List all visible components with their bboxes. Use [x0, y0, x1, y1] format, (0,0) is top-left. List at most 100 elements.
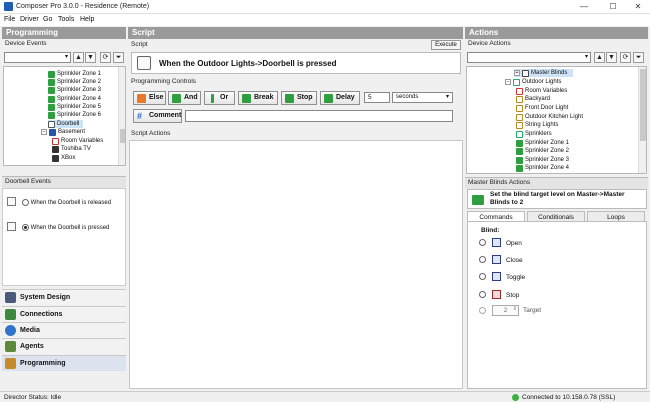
tree-item[interactable]: − Basement	[41, 128, 85, 136]
close-icon[interactable]: ✕	[632, 2, 644, 12]
event-released[interactable]: When the Doorbell is released	[22, 199, 111, 206]
stop-button[interactable]: Stop	[281, 91, 317, 105]
tree-scrollbar[interactable]	[118, 67, 125, 165]
command-toggle[interactable]	[479, 273, 486, 280]
tree-item[interactable]: Sprinkler Zone 6	[48, 111, 101, 119]
arrow-right-icon	[472, 195, 484, 205]
device-actions-tree: + Master Blinds − Outdoor Lights Room Vari…	[466, 66, 647, 174]
command-target[interactable]	[479, 307, 486, 314]
tree-item[interactable]: Outdoor Kitchen Light	[516, 113, 583, 121]
radio-open[interactable]	[479, 239, 486, 246]
menu-file[interactable]: File	[4, 16, 15, 23]
menu-go[interactable]: Go	[43, 16, 52, 23]
tree-item[interactable]: Room Variables	[516, 87, 567, 95]
stop-icon	[285, 94, 294, 103]
and-button[interactable]: And	[168, 91, 201, 105]
minimize-icon[interactable]: —	[578, 2, 590, 12]
break-button[interactable]: Break	[238, 91, 278, 105]
nav-system-design[interactable]: System Design	[2, 289, 126, 305]
tree-item[interactable]: Backyard	[516, 95, 550, 103]
command-open[interactable]	[479, 239, 486, 246]
menu-tools[interactable]: Tools	[58, 16, 74, 23]
delay-icon	[324, 94, 333, 103]
tree-item[interactable]: Room Variables	[52, 137, 103, 145]
master-blinds-actions-header: Master Blinds Actions	[465, 177, 648, 189]
tree-item[interactable]: Sprinkler Zone 1	[516, 139, 569, 147]
nav-agents[interactable]: Agents	[2, 338, 126, 354]
delay-unit-select[interactable]: seconds ▾	[392, 92, 453, 103]
device-actions-search[interactable]: ▾	[467, 52, 591, 63]
radio-toggle[interactable]	[479, 273, 486, 280]
command-close[interactable]	[479, 256, 486, 263]
green-check-icon	[48, 103, 55, 111]
maximize-icon[interactable]: ☐	[607, 2, 619, 12]
tree-item[interactable]: Front Door Light	[516, 104, 568, 112]
tree-item[interactable]: Sprinkler Zone 3	[48, 86, 101, 94]
delay-button[interactable]: Delay	[320, 91, 360, 105]
collapse-icon[interactable]: −	[41, 129, 47, 135]
tree-item[interactable]: Sprinkler Zone 2	[48, 78, 101, 86]
filter-icon[interactable]: ⏷	[113, 52, 124, 63]
execute-button[interactable]: Execute	[431, 40, 461, 50]
menu-driver[interactable]: Driver	[20, 16, 39, 23]
radio-pressed[interactable]	[22, 224, 29, 231]
comment-input[interactable]	[185, 110, 453, 122]
scrollbar-thumb[interactable]	[120, 129, 125, 143]
dropdown-arrow-icon: ▾	[445, 94, 449, 100]
comment-hash-icon: #	[137, 111, 143, 121]
tree-item-selected[interactable]: Doorbell	[48, 120, 84, 128]
radio-close[interactable]	[479, 256, 486, 263]
nav-programming[interactable]: Programming	[2, 355, 126, 371]
else-button[interactable]: Else	[133, 91, 166, 105]
collapse-icon[interactable]: −	[505, 79, 511, 85]
event-pressed[interactable]: When the Doorbell is pressed	[22, 224, 109, 231]
doorbell-events-header: Doorbell Events	[2, 176, 126, 188]
spinner-arrows-icon[interactable]: ⇕	[513, 305, 517, 314]
script-actions-area[interactable]	[129, 140, 463, 389]
arrow-up-icon[interactable]: ▲	[594, 52, 605, 63]
connected-status-icon	[512, 394, 519, 401]
arrow-down-icon[interactable]: ▼	[85, 52, 96, 63]
tree-item[interactable]: Toshiba TV	[52, 145, 91, 153]
tree-item[interactable]: Sprinkler Zone 1	[48, 70, 101, 78]
tree-item[interactable]: Sprinkler Zone 3	[516, 156, 569, 164]
comment-button[interactable]: # Comment	[133, 109, 182, 123]
refresh-icon[interactable]: ⟳	[100, 52, 111, 63]
refresh-icon[interactable]: ⟳	[620, 52, 631, 63]
arrow-up-icon[interactable]: ▲	[73, 52, 84, 63]
radio-stop[interactable]	[479, 291, 486, 298]
scrollbar-thumb[interactable]	[640, 69, 646, 141]
menu-bar: File Driver Go Tools Help	[0, 14, 650, 26]
command-stop[interactable]	[479, 291, 486, 298]
delay-value-input[interactable]: 5	[364, 92, 390, 103]
tree-scrollbar[interactable]	[638, 67, 646, 173]
tree-item[interactable]: Sprinkler Zone 5	[48, 103, 101, 111]
expand-icon[interactable]: +	[514, 70, 520, 76]
tree-item[interactable]: − Outdoor Lights	[505, 78, 561, 86]
tree-item[interactable]: Sprinkler Zone 2	[516, 147, 569, 155]
script-actions-label: Script Actions	[131, 130, 171, 137]
variables-icon	[516, 87, 523, 95]
bulb-icon	[516, 95, 523, 103]
radio-target[interactable]	[479, 307, 486, 314]
blinds-stop-icon	[492, 290, 501, 299]
blinds-close-icon	[492, 255, 501, 264]
tree-item-selected[interactable]: + Master Blinds	[514, 69, 574, 77]
nav-media[interactable]: Media	[2, 322, 126, 338]
arrow-down-icon[interactable]: ▼	[606, 52, 617, 63]
programming-panel: Programming Device Events	[2, 27, 126, 49]
tree-item[interactable]: Sprinkler Zone 4	[516, 164, 569, 172]
device-events-search[interactable]: ▾	[4, 52, 71, 63]
target-level-spinner[interactable]: 2 ⇕	[492, 305, 519, 316]
tree-item[interactable]: Sprinkler Zone 4	[48, 95, 101, 103]
tree-item[interactable]: Sprinklers	[516, 130, 552, 138]
list-icon	[513, 78, 520, 86]
radio-released[interactable]	[22, 199, 29, 206]
nav-connections[interactable]: Connections	[2, 306, 126, 322]
menu-help[interactable]: Help	[80, 16, 94, 23]
filter-icon[interactable]: ⏷	[633, 52, 644, 63]
app-icon	[4, 2, 13, 11]
tree-item[interactable]: String Lights	[516, 121, 558, 129]
or-button[interactable]: Or	[204, 91, 235, 105]
tree-item[interactable]: XBox	[52, 154, 75, 162]
